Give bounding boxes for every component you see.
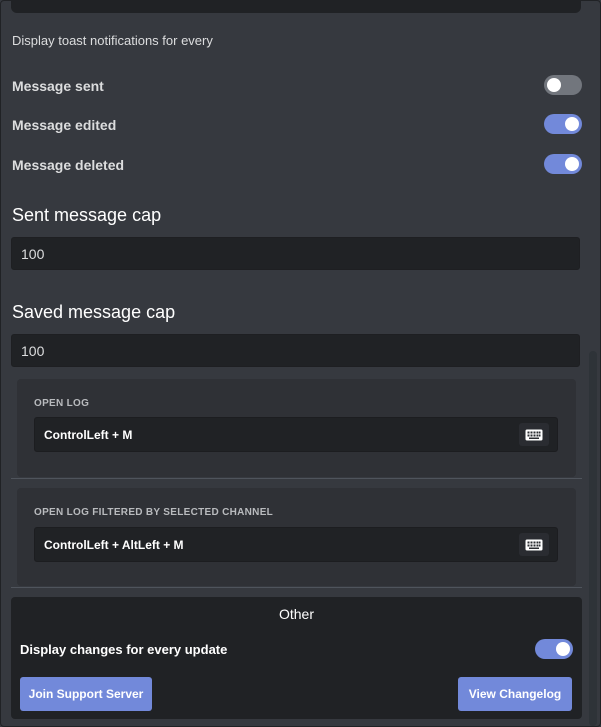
toggle-knob <box>547 78 561 92</box>
other-section: Other Display changes for every update J… <box>11 597 582 719</box>
toggle-knob <box>556 642 570 656</box>
scrollbar[interactable] <box>589 351 597 726</box>
sent-cap-heading: Sent message cap <box>12 205 162 225</box>
saved-cap-heading: Saved message cap <box>12 302 176 322</box>
keybind-card-open-log-filtered: OPEN LOG FILTERED BY SELECTED CHANNEL Co… <box>17 488 576 586</box>
message-deleted-label: Message deleted <box>12 157 125 173</box>
keybind-field[interactable]: ControlLeft + AltLeft + M <box>34 527 558 562</box>
toast-section-label: Display toast notifications for every <box>12 33 213 48</box>
top-edge-strip <box>11 1 581 13</box>
other-section-title: Other <box>278 606 314 622</box>
saved-cap-input[interactable]: 100 <box>11 334 580 367</box>
toggle-knob <box>565 117 579 131</box>
join-support-server-button[interactable]: Join Support Server <box>20 677 152 711</box>
keybind-title: OPEN LOG FILTERED BY SELECTED CHANNEL <box>34 507 274 518</box>
keyboard-icon <box>525 539 543 551</box>
toggle-knob <box>565 157 579 171</box>
view-changelog-button[interactable]: View Changelog <box>458 677 572 711</box>
display-changes-toggle[interactable] <box>535 639 573 659</box>
message-edited-label: Message edited <box>12 117 117 133</box>
message-sent-toggle[interactable] <box>544 75 582 95</box>
keybind-value: ControlLeft + M <box>44 428 133 442</box>
message-sent-label: Message sent <box>12 78 104 94</box>
record-keybind-button[interactable] <box>519 423 549 446</box>
sent-cap-input[interactable]: 100 <box>11 237 580 270</box>
message-edited-toggle[interactable] <box>544 114 582 134</box>
record-keybind-button[interactable] <box>519 533 549 556</box>
message-deleted-toggle[interactable] <box>544 154 582 174</box>
settings-panel: Display toast notifications for every Me… <box>0 0 601 727</box>
keybind-value: ControlLeft + AltLeft + M <box>44 538 184 552</box>
keyboard-icon <box>525 429 543 441</box>
display-changes-label: Display changes for every update <box>20 642 228 657</box>
keybind-card-open-log: OPEN LOG ControlLeft + M <box>17 379 576 477</box>
keybind-title: OPEN LOG <box>34 398 90 409</box>
section-divider <box>11 478 582 479</box>
keybind-field[interactable]: ControlLeft + M <box>34 417 558 452</box>
section-divider <box>11 587 582 588</box>
